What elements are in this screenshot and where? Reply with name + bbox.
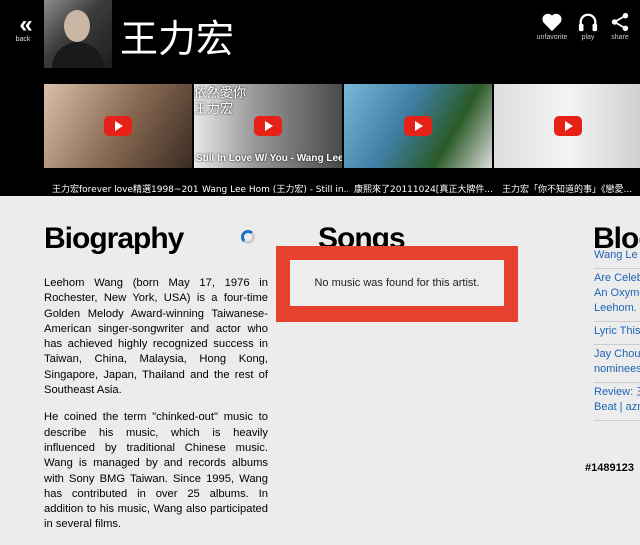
share-button[interactable]: share [598, 12, 640, 41]
play-icon [254, 116, 282, 136]
loading-spinner-icon [241, 230, 255, 244]
double-chevron-left-icon: « [19, 11, 32, 38]
header-bar: « back 王力宏 unfavorite play share 依然愛你 王力… [0, 0, 640, 196]
blog-list: Wang Le Are Celeb An Oxymo Leehom. Lyric… [594, 246, 640, 421]
no-music-highlight: No music was found for this artist. [276, 246, 518, 322]
video-thumbnail-3[interactable] [344, 84, 492, 168]
back-label: back [15, 36, 31, 43]
heart-icon [542, 13, 562, 32]
video-thumbnail-1[interactable] [44, 84, 192, 168]
watermark: #1489123 [585, 462, 634, 474]
no-music-message: No music was found for this artist. [290, 260, 504, 306]
video-thumbnail-2[interactable]: 依然愛你 王力宏 Still In Love W/ You - Wang Lee… [194, 84, 342, 168]
video-caption-1[interactable]: 王力宏forever love精選1998~2011 [52, 182, 198, 195]
biography-text: Leehom Wang (born May 17, 1976 in Roches… [44, 276, 268, 545]
biography-paragraph: Leehom Wang (born May 17, 1976 in Roches… [44, 277, 268, 397]
share-label: share [611, 34, 629, 41]
play-icon [104, 116, 132, 136]
blog-link[interactable]: Wang Le [594, 246, 640, 269]
video-caption-4[interactable]: 王力宏「你不知道的事」《戀愛... [502, 182, 640, 195]
blog-link[interactable]: Review: 三 Beat | azn [594, 383, 640, 421]
headphones-icon [578, 13, 598, 32]
share-icon [611, 12, 629, 32]
video-thumbnail-4[interactable] [494, 84, 640, 168]
artist-name: 王力宏 [120, 17, 235, 61]
play-icon [404, 116, 432, 136]
video-caption-2[interactable]: Wang Lee Hom (王力宏) - Still in... [202, 182, 348, 195]
artist-avatar [44, 0, 112, 68]
blog-link[interactable]: Lyric This [594, 322, 640, 345]
biography-paragraph: He coined the term "chinked-out" music t… [44, 411, 268, 531]
back-button[interactable]: « back [8, 11, 38, 44]
video-caption-3[interactable]: 康熙來了20111024[真正大牌件... [354, 182, 500, 195]
video-overlay-subtitle: Still In Love W/ You - Wang Lee Hom [196, 153, 342, 164]
blog-link[interactable]: Are Celeb An Oxymo Leehom. [594, 269, 640, 322]
play-icon [554, 116, 582, 136]
biography-heading: Biography [44, 222, 184, 255]
video-overlay-text: 依然愛你 王力宏 [194, 86, 247, 117]
blog-link[interactable]: Jay Chou nominees [594, 345, 640, 383]
